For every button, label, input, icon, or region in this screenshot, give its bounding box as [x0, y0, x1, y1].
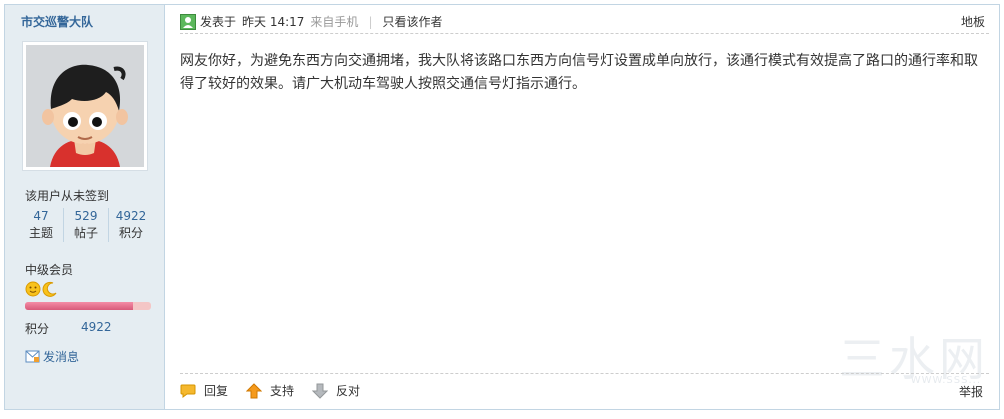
- stat-label: 主题: [28, 226, 53, 240]
- sign-status: 该用户从未签到: [25, 189, 110, 203]
- stat-posts[interactable]: 529 帖子: [64, 208, 109, 242]
- stat-label: 帖子: [73, 226, 98, 240]
- oppose-button[interactable]: 反对: [312, 382, 360, 399]
- level-progress-fill: [25, 302, 134, 310]
- footer-divider-line: [180, 373, 989, 374]
- post-actions: 回复 支持 反对: [180, 382, 378, 399]
- support-button[interactable]: 支持: [246, 382, 294, 399]
- stat-threads[interactable]: 47 主题: [19, 208, 64, 242]
- stat-value: 529: [74, 209, 98, 223]
- post-content: 网友你好，为避免东西方向交通拥堵，我大队将该路口东西方向信号灯设置成单向放行，该…: [180, 53, 978, 92]
- author-sidebar: 市交巡警大队 该用户从未签到 47 主题 529 帖子 4922 积分 中级会员…: [5, 5, 165, 409]
- author-only-link[interactable]: 只看该作者: [382, 13, 442, 30]
- user-stats: 47 主题 529 帖子 4922 积分: [19, 208, 153, 242]
- points-value: 4922: [81, 320, 112, 334]
- stat-points[interactable]: 4922 积分: [109, 208, 153, 242]
- send-message-link[interactable]: 发消息: [25, 348, 79, 365]
- send-message-label: 发消息: [43, 350, 80, 364]
- stat-value: 4922: [115, 209, 147, 223]
- level-progress-bar: [25, 302, 151, 310]
- avatar-image: [26, 45, 144, 167]
- points-row: 积分 4922: [25, 320, 112, 337]
- stat-label: 积分: [118, 226, 143, 240]
- moon-icon: [42, 281, 57, 297]
- oppose-label: 反对: [336, 384, 361, 398]
- thumb-up-arrow-icon: [246, 382, 263, 398]
- header-divider: |: [368, 14, 373, 29]
- post-time: 昨天 14:17: [242, 15, 305, 29]
- cartoon-boy-avatar-icon: [26, 45, 144, 167]
- post-main: 发表于 昨天 14:17 来自手机 | 只看该作者 地板 网友你好，为避免东西方…: [166, 5, 999, 409]
- reply-label: 回复: [204, 384, 229, 398]
- sun-icon: [25, 281, 41, 297]
- report-link[interactable]: 举报: [959, 383, 983, 400]
- member-level[interactable]: 中级会员: [25, 261, 73, 278]
- reply-button[interactable]: 回复: [180, 382, 228, 399]
- thumb-down-arrow-icon: [312, 383, 329, 399]
- post-header: 发表于 昨天 14:17 来自手机 | 只看该作者: [180, 13, 443, 30]
- post-source: 来自手机: [310, 15, 359, 29]
- header-divider-line: [180, 33, 989, 34]
- author-name-link[interactable]: 市交巡警大队: [21, 13, 93, 30]
- stat-value: 47: [33, 209, 49, 223]
- avatar[interactable]: [22, 41, 148, 171]
- online-user-icon: [180, 13, 196, 30]
- forum-post: 市交巡警大队 该用户从未签到 47 主题 529 帖子 4922 积分 中级会员…: [4, 4, 1000, 410]
- posted-label: 发表于: [200, 15, 237, 29]
- support-label: 支持: [270, 384, 295, 398]
- message-icon: [25, 350, 40, 363]
- level-stars: [25, 281, 58, 297]
- points-label: 积分: [25, 322, 50, 336]
- floor-number[interactable]: 地板: [961, 13, 985, 30]
- reply-icon: [180, 384, 196, 398]
